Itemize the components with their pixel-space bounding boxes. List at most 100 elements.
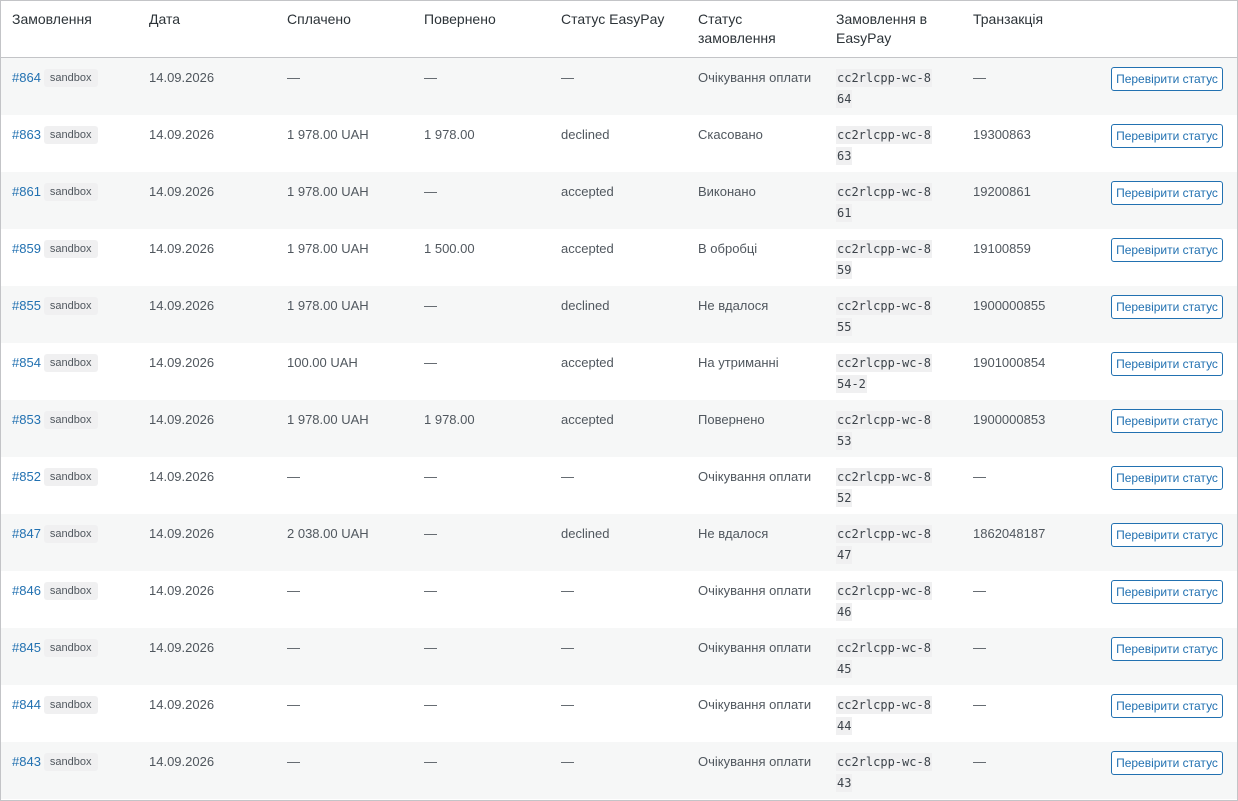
header-refunded[interactable]: Повернено: [424, 10, 549, 29]
order-link[interactable]: #852: [12, 469, 41, 484]
easypay-status: —: [561, 640, 574, 655]
check-status-button[interactable]: Перевірити статус: [1111, 466, 1223, 490]
order-status: Не вдалося: [698, 526, 769, 541]
order-cell: #853 sandbox: [12, 410, 137, 429]
check-status-button[interactable]: Перевірити статус: [1111, 694, 1223, 718]
check-status-button[interactable]: Перевірити статус: [1111, 295, 1223, 319]
order-status: Повернено: [698, 412, 765, 427]
table-row: #854 sandbox 14.09.2026 100.00 UAH — accepted…: [1, 343, 1237, 400]
header-date[interactable]: Дата: [149, 10, 274, 29]
table-row: #853 sandbox 14.09.2026 1 978.00 UAH 1 978.0…: [1, 400, 1237, 457]
sandbox-badge: sandbox: [43, 468, 98, 486]
action-cell: Перевірити статус: [1111, 67, 1223, 91]
easypay-order-id: cc2rlcpp-wc-863: [836, 126, 932, 165]
refunded-amount: 1 500.00: [424, 241, 475, 256]
sandbox-badge: sandbox: [43, 297, 98, 315]
easypay-order-cell: cc2rlcpp-wc-859: [836, 239, 961, 281]
table-row: #843 sandbox 14.09.2026 — — — Очікування оплат…: [1, 742, 1237, 799]
order-link[interactable]: #846: [12, 583, 41, 598]
order-cell: #859 sandbox: [12, 239, 137, 258]
header-order-status[interactable]: Статус замовлення: [698, 10, 808, 48]
easypay-order-id: cc2rlcpp-wc-847: [836, 525, 932, 564]
table-row: #844 sandbox 14.09.2026 — — — Очікування оплат…: [1, 685, 1237, 742]
easypay-status: —: [561, 697, 574, 712]
order-link[interactable]: #844: [12, 697, 41, 712]
check-status-button[interactable]: Перевірити статус: [1111, 751, 1223, 775]
table-row: #861 sandbox 14.09.2026 1 978.00 UAH — accept…: [1, 172, 1237, 229]
refunded-amount: —: [424, 298, 437, 313]
refunded-amount: —: [424, 640, 437, 655]
check-status-button[interactable]: Перевірити статус: [1111, 238, 1223, 262]
order-link[interactable]: #861: [12, 184, 41, 199]
action-cell: Перевірити статус: [1111, 751, 1223, 775]
action-cell: Перевірити статус: [1111, 637, 1223, 661]
check-status-button[interactable]: Перевірити статус: [1111, 124, 1223, 148]
header-transaction[interactable]: Транзакція: [973, 10, 1098, 29]
easypay-order-id: cc2rlcpp-wc-864: [836, 69, 932, 108]
order-link[interactable]: #859: [12, 241, 41, 256]
header-order[interactable]: Замовлення: [12, 10, 137, 29]
order-date: 14.09.2026: [149, 298, 215, 313]
check-status-button[interactable]: Перевірити статус: [1111, 352, 1223, 376]
easypay-order-id: cc2rlcpp-wc-855: [836, 297, 932, 336]
easypay-order-wrap: cc2rlcpp-wc-844: [836, 695, 932, 737]
easypay-order-cell: cc2rlcpp-wc-845: [836, 638, 961, 680]
check-status-button[interactable]: Перевірити статус: [1111, 637, 1223, 661]
table-row: #847 sandbox 14.09.2026 2 038.00 UAH — declin…: [1, 514, 1237, 571]
action-cell: Перевірити статус: [1111, 466, 1223, 490]
action-cell: Перевірити статус: [1111, 124, 1223, 148]
transaction-id: —: [973, 583, 986, 598]
order-link[interactable]: #864: [12, 70, 41, 85]
easypay-order-id: cc2rlcpp-wc-861: [836, 183, 932, 222]
action-cell: Перевірити статус: [1111, 409, 1223, 433]
order-link[interactable]: #843: [12, 754, 41, 769]
order-link[interactable]: #847: [12, 526, 41, 541]
order-date: 14.09.2026: [149, 70, 215, 85]
order-link[interactable]: #863: [12, 127, 41, 142]
refunded-amount: —: [424, 526, 437, 541]
paid-amount: 1 978.00 UAH: [287, 412, 369, 427]
easypay-order-id: cc2rlcpp-wc-853: [836, 411, 932, 450]
order-link[interactable]: #855: [12, 298, 41, 313]
order-cell: #854 sandbox: [12, 353, 137, 372]
order-date: 14.09.2026: [149, 640, 215, 655]
easypay-order-id: cc2rlcpp-wc-844: [836, 696, 932, 735]
orders-table: Замовлення Дата Сплачено Повернено Стату…: [0, 0, 1238, 801]
easypay-order-wrap: cc2rlcpp-wc-852: [836, 467, 932, 509]
header-easypay-order[interactable]: Замовлення в EasyPay: [836, 10, 946, 48]
header-paid[interactable]: Сплачено: [287, 10, 412, 29]
transaction-id: 1862048187: [973, 526, 1046, 541]
check-status-button[interactable]: Перевірити статус: [1111, 181, 1223, 205]
order-cell: #844 sandbox: [12, 695, 137, 714]
order-link[interactable]: #854: [12, 355, 41, 370]
easypay-order-wrap: cc2rlcpp-wc-847: [836, 524, 932, 566]
header-easypay-status[interactable]: Статус EasyPay: [561, 10, 686, 29]
order-link[interactable]: #845: [12, 640, 41, 655]
order-link[interactable]: #853: [12, 412, 41, 427]
order-date: 14.09.2026: [149, 184, 215, 199]
paid-amount: 100.00 UAH: [287, 355, 358, 370]
sandbox-badge: sandbox: [43, 753, 98, 771]
sandbox-badge: sandbox: [43, 183, 98, 201]
refunded-amount: 1 978.00: [424, 412, 475, 427]
easypay-order-cell: cc2rlcpp-wc-864: [836, 68, 961, 110]
table-row: #864 sandbox 14.09.2026 — — — Очікування оплат…: [1, 58, 1237, 115]
paid-amount: 1 978.00 UAH: [287, 184, 369, 199]
easypay-order-cell: cc2rlcpp-wc-854-2: [836, 353, 961, 395]
order-date: 14.09.2026: [149, 697, 215, 712]
easypay-order-id: cc2rlcpp-wc-852: [836, 468, 932, 507]
easypay-order-wrap: cc2rlcpp-wc-861: [836, 182, 932, 224]
transaction-id: 1901000854: [973, 355, 1046, 370]
order-cell: #852 sandbox: [12, 467, 137, 486]
check-status-button[interactable]: Перевірити статус: [1111, 523, 1223, 547]
transaction-id: 1900000853: [973, 412, 1046, 427]
action-cell: Перевірити статус: [1111, 238, 1223, 262]
check-status-button[interactable]: Перевірити статус: [1111, 580, 1223, 604]
easypay-order-id: cc2rlcpp-wc-845: [836, 639, 932, 678]
check-status-button[interactable]: Перевірити статус: [1111, 67, 1223, 91]
order-status: Виконано: [698, 184, 756, 199]
check-status-button[interactable]: Перевірити статус: [1111, 409, 1223, 433]
order-cell: #863 sandbox: [12, 125, 137, 144]
order-cell: #864 sandbox: [12, 68, 137, 87]
order-status: В обробці: [698, 241, 758, 256]
